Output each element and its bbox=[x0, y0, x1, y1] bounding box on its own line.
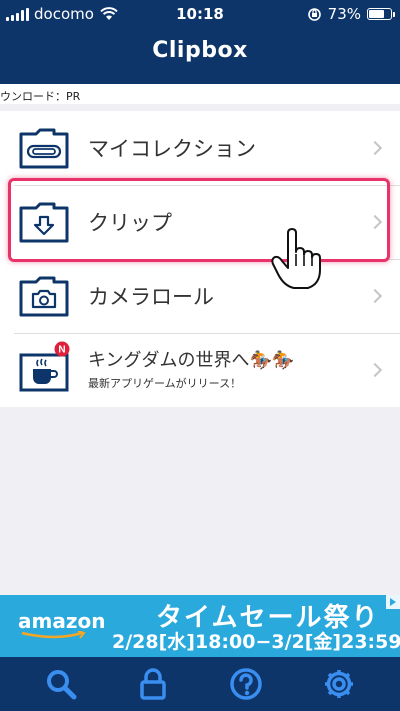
header: docomo 10:18 73% Clipbox bbox=[0, 0, 400, 84]
list-item-label: カメラロール bbox=[88, 285, 214, 309]
pr-ad-text[interactable]: ウンロード：PR bbox=[0, 84, 400, 104]
ad-dates: 2/28[水]18:00−3/2[金]23:59 bbox=[112, 631, 400, 653]
chevron-right-icon bbox=[367, 140, 383, 156]
battery-percent: 73% bbox=[327, 5, 361, 23]
search-icon[interactable] bbox=[44, 667, 78, 701]
orientation-lock-icon bbox=[307, 7, 321, 21]
app-title: Clipbox bbox=[152, 38, 248, 63]
list-item-label: マイコレクション bbox=[88, 137, 256, 161]
svg-text:N: N bbox=[58, 345, 65, 356]
list-item-kingdom-ad[interactable]: N キングダムの世界へ🏇🏇 最新アプリゲームがリリース！ bbox=[0, 333, 400, 407]
new-badge: N bbox=[54, 341, 70, 357]
list-item-label: キングダムの世界へ🏇🏇 bbox=[88, 350, 295, 371]
paperclip-folder-icon bbox=[19, 128, 69, 169]
amazon-logo: amazon bbox=[18, 609, 106, 633]
chevron-right-icon bbox=[367, 288, 383, 304]
clip-row-highlight bbox=[8, 178, 390, 262]
pointing-hand-icon bbox=[271, 228, 321, 289]
chevron-right-icon bbox=[367, 362, 383, 378]
tab-bar bbox=[0, 657, 400, 711]
help-icon[interactable] bbox=[229, 667, 263, 701]
amazon-ad-banner[interactable]: amazon タイムセール祭り 2/28[水]18:00−3/2[金]23:59 bbox=[0, 595, 400, 657]
adchoices-icon[interactable] bbox=[386, 595, 400, 609]
battery-icon bbox=[367, 8, 395, 20]
lock-icon[interactable] bbox=[136, 667, 170, 701]
gear-icon[interactable] bbox=[322, 667, 356, 701]
camera-folder-icon bbox=[19, 276, 69, 317]
list-item-my-collection[interactable]: マイコレクション bbox=[0, 111, 400, 185]
status-bar: docomo 10:18 73% bbox=[0, 0, 400, 30]
list-item-camera-roll[interactable]: カメラロール bbox=[0, 259, 400, 333]
amazon-smile-icon bbox=[21, 631, 86, 639]
list-item-sublabel: 最新アプリゲームがリリース！ bbox=[88, 377, 242, 390]
